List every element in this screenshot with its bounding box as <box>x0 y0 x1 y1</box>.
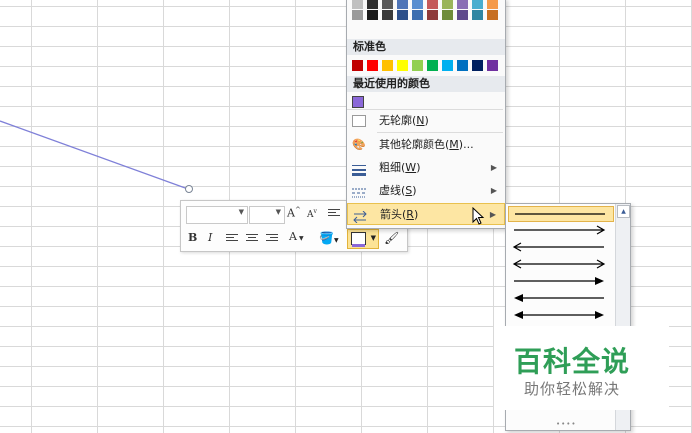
arrow-style-option[interactable] <box>508 291 614 307</box>
scroll-up-icon[interactable]: ▲ <box>617 205 630 218</box>
menu-item-label: 虚线(S) <box>379 184 417 197</box>
standard-color-swatch[interactable] <box>397 60 408 71</box>
chevron-down-icon: ▼ <box>275 208 281 216</box>
standard-color-swatch[interactable] <box>427 60 438 71</box>
align-center-icon[interactable] <box>246 234 258 244</box>
standard-color-swatch[interactable] <box>352 60 363 71</box>
bold-button[interactable]: B <box>188 231 197 244</box>
theme-color-column <box>367 0 378 21</box>
menu-item-label: 粗细(W) <box>379 161 421 174</box>
theme-color-column <box>352 0 363 21</box>
color-swatch[interactable] <box>442 10 453 20</box>
color-swatch[interactable] <box>427 0 438 9</box>
color-swatch[interactable] <box>457 0 468 9</box>
dash-style-icon <box>352 185 366 198</box>
color-palette-icon: 🎨 <box>352 138 366 151</box>
color-swatch[interactable] <box>487 10 498 20</box>
grow-font-button[interactable]: A^ <box>287 206 301 220</box>
indent-icon[interactable] <box>328 209 340 219</box>
color-swatch[interactable] <box>382 10 393 20</box>
menu-item-more-outline-colors[interactable]: 🎨 其他轮廓颜色(M)... <box>347 134 505 156</box>
theme-color-column <box>472 0 483 21</box>
theme-color-column <box>427 0 438 21</box>
arrow-style-option[interactable] <box>508 206 614 222</box>
menu-item-label: 其他轮廓颜色(M)... <box>379 138 474 151</box>
resize-grip-icon[interactable]: •••• <box>556 420 577 428</box>
arrow-style-option[interactable] <box>508 257 614 273</box>
standard-color-swatch[interactable] <box>442 60 453 71</box>
menu-divider <box>377 132 503 133</box>
submenu-arrow-icon: ▶ <box>490 163 497 172</box>
shape-outline-button[interactable]: ▼ <box>347 229 379 249</box>
standard-color-swatch[interactable] <box>382 60 393 71</box>
connector-line[interactable] <box>0 0 200 200</box>
mouse-cursor-icon <box>472 207 485 225</box>
menu-item-label: 无轮廓(N) <box>379 114 429 127</box>
arrows-icon <box>353 209 367 224</box>
arrow-style-option[interactable] <box>508 240 614 256</box>
connector-endpoint-handle <box>185 185 193 193</box>
color-swatch[interactable] <box>427 10 438 20</box>
color-swatch[interactable] <box>487 0 498 9</box>
standard-colors-header: 标准色 <box>347 39 505 55</box>
watermark: 百科全说 助你轻松解决 <box>494 326 669 410</box>
theme-color-column <box>457 0 468 21</box>
recent-color-swatch[interactable] <box>352 96 364 108</box>
color-swatch[interactable] <box>382 0 393 9</box>
recent-colors-header: 最近使用的颜色 <box>347 76 505 92</box>
line-weight-icon <box>352 162 366 176</box>
standard-color-swatch[interactable] <box>457 60 468 71</box>
arrow-style-option[interactable] <box>508 308 614 324</box>
arrow-style-option[interactable] <box>508 274 614 290</box>
menu-item-label: 箭头(R) <box>380 208 419 221</box>
italic-button[interactable]: I <box>208 231 212 244</box>
color-swatch[interactable] <box>412 0 423 9</box>
color-swatch[interactable] <box>367 0 378 9</box>
align-left-icon[interactable] <box>226 234 238 244</box>
color-swatch[interactable] <box>397 10 408 20</box>
watermark-subtitle: 助你轻松解决 <box>524 380 621 398</box>
font-name-combo[interactable]: ▼ <box>186 206 248 224</box>
no-outline-icon <box>352 115 366 127</box>
standard-color-swatch[interactable] <box>412 60 423 71</box>
color-swatch[interactable] <box>352 0 363 9</box>
submenu-arrow-icon: ▶ <box>489 210 496 219</box>
color-swatch[interactable] <box>472 10 483 20</box>
shape-outline-menu: 标准色 最近使用的颜色 无轮廓(N) 🎨 其他轮廓颜色(M)... 粗细(W) … <box>346 0 506 229</box>
format-painter-icon[interactable]: 🖌 <box>384 231 399 245</box>
standard-color-swatch[interactable] <box>472 60 483 71</box>
font-color-button[interactable]: A ▼ <box>289 230 304 243</box>
theme-color-column <box>412 0 423 21</box>
align-right-icon[interactable] <box>266 234 278 244</box>
chevron-down-icon: ▼ <box>370 234 376 242</box>
submenu-arrow-icon: ▶ <box>490 186 497 195</box>
arrow-style-option[interactable] <box>508 223 614 239</box>
grow-font-label: A <box>287 206 295 220</box>
theme-color-column <box>442 0 453 21</box>
theme-color-column <box>487 0 498 21</box>
chevron-down-icon: ▼ <box>238 208 244 216</box>
standard-color-swatch[interactable] <box>487 60 498 71</box>
standard-color-swatch[interactable] <box>367 60 378 71</box>
pen-icon <box>351 232 366 247</box>
font-size-combo[interactable]: ▼ <box>249 206 285 224</box>
watermark-title: 百科全说 <box>514 345 631 378</box>
fill-bucket-icon[interactable]: 🪣▼ <box>319 231 339 245</box>
theme-color-column <box>397 0 408 21</box>
font-color-label: A <box>289 230 297 243</box>
shrink-font-button[interactable]: Av <box>307 208 317 220</box>
color-swatch[interactable] <box>412 10 423 20</box>
color-swatch[interactable] <box>352 10 363 20</box>
color-swatch[interactable] <box>367 10 378 20</box>
menu-item-no-outline[interactable]: 无轮廓(N) <box>347 110 505 132</box>
menu-item-weight[interactable]: 粗细(W) ▶ <box>347 157 505 179</box>
color-swatch[interactable] <box>457 10 468 20</box>
theme-color-column <box>382 0 393 21</box>
color-swatch[interactable] <box>442 0 453 9</box>
color-swatch[interactable] <box>397 0 408 9</box>
menu-item-dashes[interactable]: 虚线(S) ▶ <box>347 180 505 202</box>
color-swatch[interactable] <box>472 0 483 9</box>
